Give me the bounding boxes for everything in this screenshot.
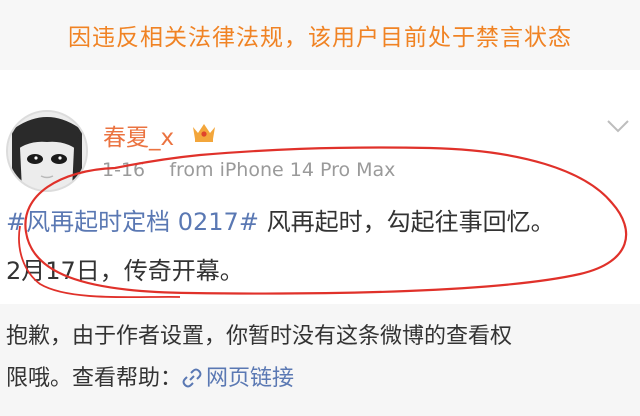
- topic-link[interactable]: #风再起时定档 0217#: [6, 208, 259, 236]
- ban-status-text: 因违反相关法律法规，该用户目前处于禁言状态: [68, 25, 572, 51]
- post-time: 1-16: [102, 159, 146, 181]
- username[interactable]: 春夏_x: [103, 118, 174, 152]
- ban-status-banner: 因违反相关法律法规，该用户目前处于禁言状态: [0, 0, 640, 70]
- post-text-line2: 2月17日，传奇开幕。: [6, 257, 244, 285]
- chevron-down-icon[interactable]: [606, 118, 630, 138]
- link-icon: [182, 368, 202, 394]
- post-source: from iPhone 14 Pro Max: [169, 159, 396, 181]
- notice-text-line2: 限哦。查看帮助： 网页链接: [6, 360, 294, 394]
- web-link-label[interactable]: 网页链接: [206, 366, 294, 391]
- web-link[interactable]: 网页链接: [182, 366, 294, 391]
- notice-text-line1: 抱歉，由于作者设置，你暂时没有这条微博的查看权: [6, 324, 513, 349]
- post-text-line1: #风再起时定档 0217# 风再起时，勾起往事回忆。: [6, 202, 555, 237]
- crown-icon: [191, 121, 217, 147]
- avatar[interactable]: [6, 110, 88, 192]
- post-meta: 1-16 from iPhone 14 Pro Max: [102, 159, 395, 181]
- notice-help-prefix: 限哦。查看帮助：: [6, 366, 183, 391]
- post-text: 风再起时，勾起往事回忆。: [258, 208, 555, 236]
